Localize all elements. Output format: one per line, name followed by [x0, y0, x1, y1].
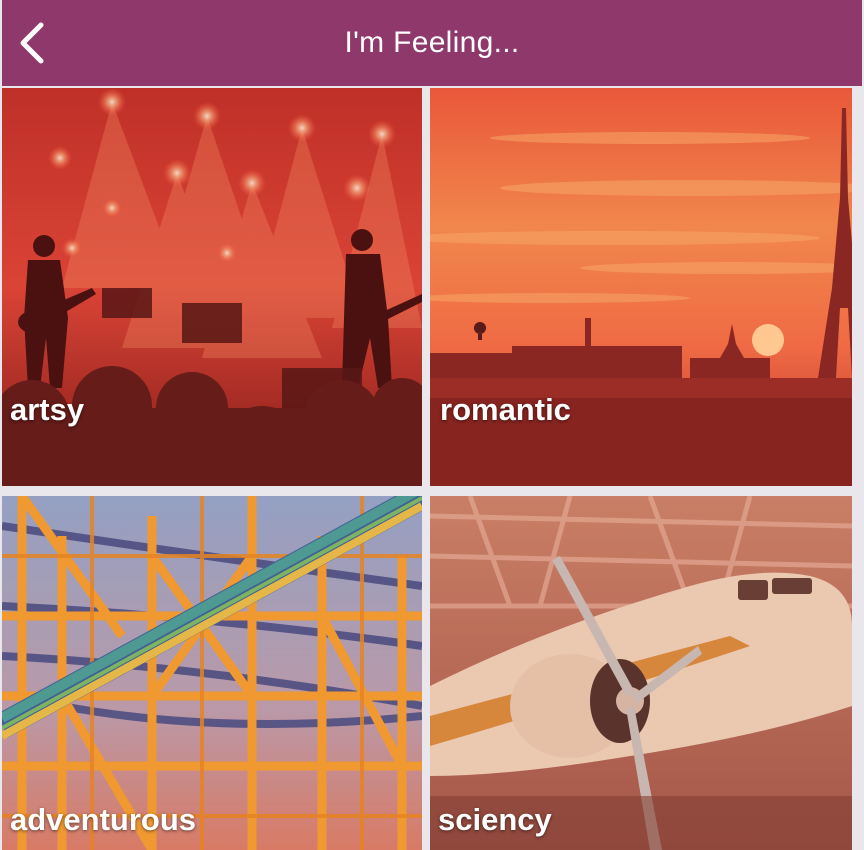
mood-label: sciency	[438, 802, 552, 837]
chevron-left-icon	[20, 22, 44, 64]
mood-grid: artsy romantic adventurous sciency	[2, 86, 862, 850]
mood-label: artsy	[10, 392, 85, 427]
navigation-bar: I'm Feeling...	[2, 0, 862, 86]
mood-tile-romantic[interactable]: romantic	[430, 88, 852, 486]
back-button[interactable]	[12, 18, 52, 68]
page-title: I'm Feeling...	[344, 26, 520, 59]
airplane-image	[430, 496, 852, 850]
mood-tile-adventurous[interactable]: adventurous	[2, 496, 422, 850]
roller-coaster-image	[2, 496, 422, 850]
mood-label: adventurous	[10, 802, 197, 837]
mood-tile-sciency[interactable]: sciency	[430, 496, 852, 850]
app-screen: I'm Feeling... artsy romantic adventurou…	[0, 0, 864, 850]
mood-label: romantic	[440, 392, 571, 427]
mood-tile-artsy[interactable]: artsy	[2, 88, 422, 486]
